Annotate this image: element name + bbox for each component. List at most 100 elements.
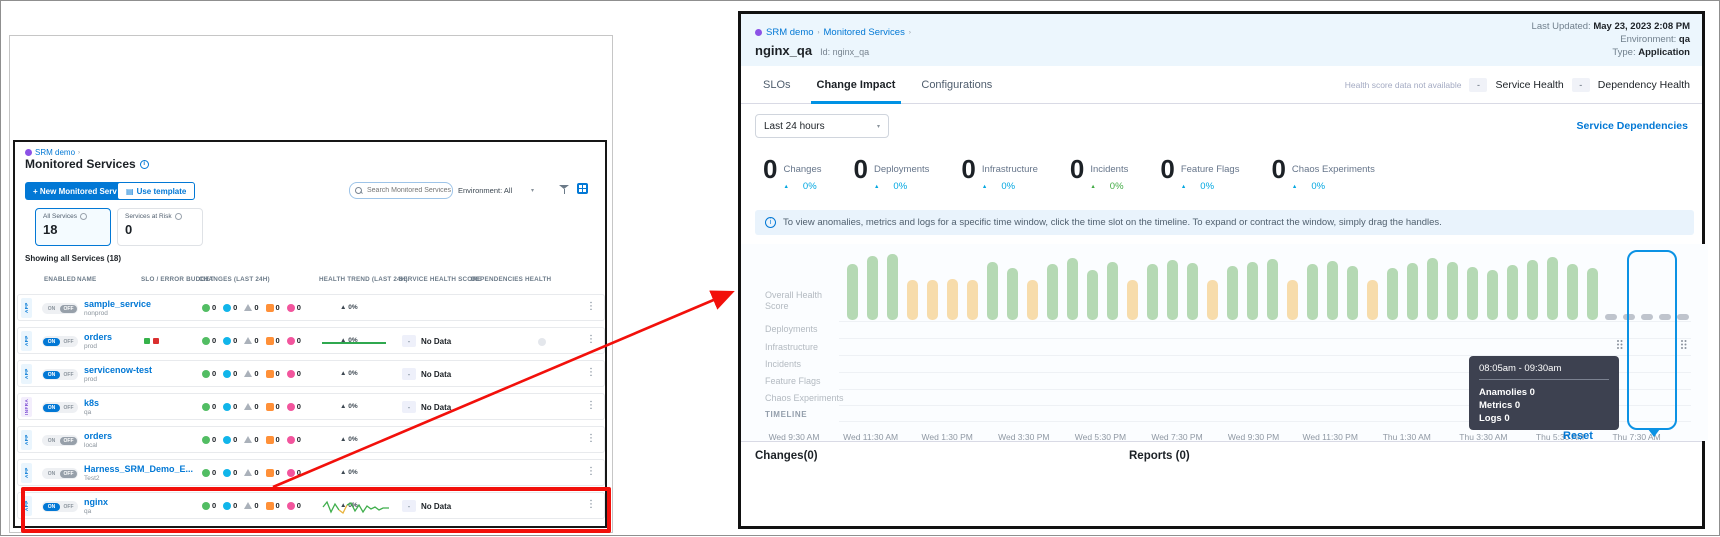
- service-row[interactable]: INFRA ONOFF k8s qa 00000 ▲ 0% -No Data ⋮: [17, 393, 605, 420]
- services-at-risk-card[interactable]: Services at Risk 0: [117, 208, 203, 246]
- gear-icon: [80, 213, 87, 220]
- health-score-bar[interactable]: [1367, 280, 1378, 320]
- health-score-bar[interactable]: [1127, 280, 1138, 320]
- health-score-bar[interactable]: [1247, 262, 1258, 320]
- tab-slos[interactable]: SLOs: [763, 66, 791, 104]
- health-score-bar[interactable]: [1527, 260, 1538, 320]
- health-score-bar[interactable]: [1307, 264, 1318, 320]
- health-score-bar[interactable]: [1167, 260, 1178, 320]
- tab-configurations[interactable]: Configurations: [921, 66, 992, 104]
- service-name-link[interactable]: sample_service: [84, 299, 151, 309]
- health-score-bar[interactable]: [1587, 268, 1598, 320]
- changes-summary: 00000: [202, 336, 301, 345]
- health-score-bar[interactable]: [1007, 268, 1018, 320]
- health-score-bar[interactable]: [1427, 258, 1438, 320]
- drag-handle-right[interactable]: [1681, 340, 1683, 342]
- health-score-bar[interactable]: [1227, 266, 1238, 320]
- row-menu-icon[interactable]: ⋮: [586, 433, 596, 444]
- incidents-change-icon: [244, 304, 252, 311]
- row-menu-icon[interactable]: ⋮: [586, 367, 596, 378]
- use-template-button[interactable]: ▤ Use template: [117, 182, 195, 200]
- search-input[interactable]: [365, 186, 455, 195]
- health-score-bar[interactable]: [1107, 262, 1118, 320]
- health-score-bar[interactable]: [1027, 280, 1038, 320]
- service-type-tag: APP: [21, 331, 32, 351]
- breadcrumb-srm-demo[interactable]: SRM demo: [766, 27, 814, 38]
- feature-flags-change-icon: [266, 436, 274, 444]
- health-score-bar[interactable]: [947, 279, 958, 320]
- time-window-selection[interactable]: [1627, 250, 1677, 430]
- health-score-bar[interactable]: [1467, 267, 1478, 320]
- info-icon[interactable]: i: [140, 160, 149, 169]
- health-score-bar[interactable]: [1187, 263, 1198, 320]
- row-menu-icon[interactable]: ⋮: [586, 334, 596, 345]
- row-menu-icon[interactable]: ⋮: [586, 301, 596, 312]
- row-menu-icon[interactable]: ⋮: [586, 466, 596, 477]
- chevron-down-icon: ▾: [877, 123, 880, 130]
- service-enabled-toggle[interactable]: ONOFF: [42, 402, 78, 413]
- reset-link[interactable]: Reset: [1563, 430, 1593, 442]
- health-score-bar[interactable]: [1327, 261, 1338, 320]
- deployments-change-icon: [202, 337, 210, 345]
- service-row[interactable]: APP ONOFF servicenow-test prod 00000 ▲ 0…: [17, 360, 605, 387]
- health-score-bar[interactable]: [847, 264, 858, 320]
- health-score-bar[interactable]: [1387, 268, 1398, 320]
- drag-handle-left[interactable]: [1617, 340, 1619, 342]
- service-enabled-toggle[interactable]: ONOFF: [42, 468, 78, 479]
- health-score-bar[interactable]: [1407, 263, 1418, 320]
- health-score-bar[interactable]: [927, 280, 938, 320]
- tab-change-impact[interactable]: Change Impact: [817, 66, 896, 104]
- health-score-bar[interactable]: [887, 254, 898, 320]
- info-icon: i: [765, 217, 776, 228]
- service-row[interactable]: APP ONOFF orders prod 00000 ▲ 0% -No Dat…: [17, 327, 605, 354]
- health-score-bar[interactable]: [867, 256, 878, 320]
- infrastructure-change-icon: [223, 436, 231, 444]
- health-score-bar[interactable]: [1487, 270, 1498, 320]
- reports-tab[interactable]: Reports (0): [1129, 450, 1190, 462]
- health-score-bar[interactable]: [1067, 258, 1078, 320]
- health-score-bar[interactable]: [1287, 280, 1298, 320]
- service-name-link[interactable]: orders: [84, 431, 112, 441]
- service-dependencies-link[interactable]: Service Dependencies: [1577, 120, 1688, 132]
- service-name-link[interactable]: orders: [84, 332, 112, 342]
- environment-filter[interactable]: Environment: All ▾: [458, 182, 534, 199]
- health-score-bar[interactable]: [987, 262, 998, 320]
- service-enabled-toggle[interactable]: ONOFF: [42, 303, 78, 314]
- health-score-bar[interactable]: [1507, 265, 1518, 320]
- row-label-chaos-experiments: Chaos Experiments: [765, 393, 851, 404]
- service-row[interactable]: APP ONOFF sample_service nonprod 00000 ▲…: [17, 294, 605, 321]
- detail-breadcrumb[interactable]: SRM demo › Monitored Services ›: [755, 27, 911, 38]
- health-score-bar[interactable]: [1047, 264, 1058, 320]
- service-name-link[interactable]: k8s: [84, 398, 99, 408]
- all-services-card[interactable]: All Services 18: [35, 208, 111, 246]
- filter-icon[interactable]: [559, 184, 569, 194]
- service-name-link[interactable]: Harness_SRM_Demo_E...: [84, 464, 193, 474]
- health-score-bar[interactable]: [1347, 266, 1358, 320]
- health-score-bar[interactable]: [1267, 259, 1278, 320]
- row-menu-icon[interactable]: ⋮: [586, 400, 596, 411]
- grid-view-icon[interactable]: [577, 183, 588, 194]
- breadcrumb-project[interactable]: SRM demo: [35, 148, 75, 157]
- service-row[interactable]: APP ONOFF Harness_SRM_Demo_E... Test2 00…: [17, 459, 605, 486]
- health-score-bar[interactable]: [967, 280, 978, 320]
- breadcrumb-monitored-services[interactable]: Monitored Services: [824, 27, 905, 38]
- health-score-bar[interactable]: [1147, 264, 1158, 320]
- search-box[interactable]: [349, 182, 453, 199]
- health-score-bar[interactable]: [1567, 264, 1578, 320]
- time-range-dropdown[interactable]: Last 24 hours ▾: [755, 114, 889, 138]
- service-enabled-toggle[interactable]: ONOFF: [42, 369, 78, 380]
- changes-tab[interactable]: Changes(0): [755, 450, 818, 462]
- health-score-bar[interactable]: [1087, 270, 1098, 320]
- health-score-bar[interactable]: [907, 280, 918, 320]
- health-score-bar[interactable]: [1207, 280, 1218, 320]
- service-enabled-toggle[interactable]: ONOFF: [42, 336, 78, 347]
- tooltip-line: Anamolies 0: [1479, 386, 1609, 399]
- service-name-link[interactable]: servicenow-test: [84, 365, 152, 375]
- breadcrumb[interactable]: SRM demo ›: [25, 148, 80, 157]
- service-row[interactable]: APP ONOFF orders local 00000 ▲ 0% ⋮: [17, 426, 605, 453]
- health-score-bar[interactable]: [1447, 262, 1458, 320]
- services-at-risk-count: 0: [125, 222, 195, 237]
- metric-tile: 0 Chaos Experiments ▲0%: [1271, 156, 1374, 192]
- service-enabled-toggle[interactable]: ONOFF: [42, 435, 78, 446]
- health-score-bar[interactable]: [1547, 257, 1558, 320]
